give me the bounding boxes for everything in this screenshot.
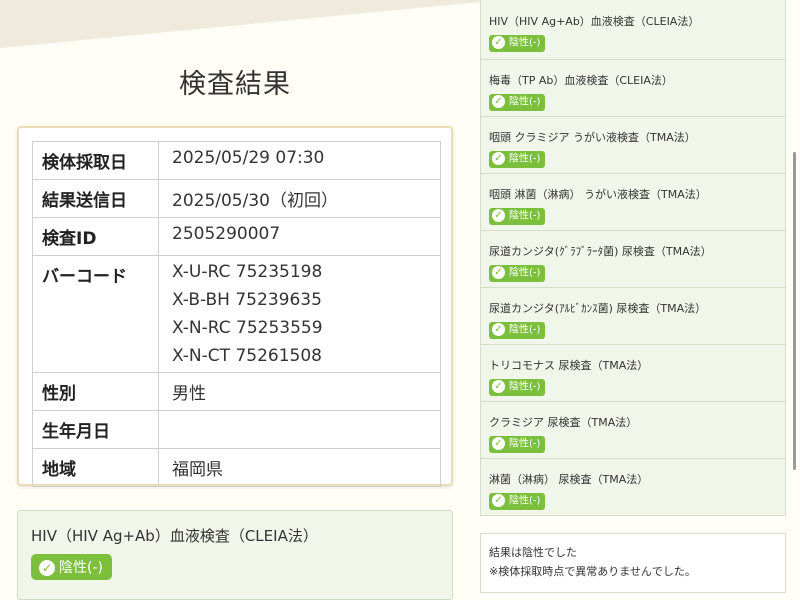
negative-badge: ✓ 陰性(-) — [489, 379, 546, 396]
badge-label: 陰性(-) — [59, 560, 103, 576]
negative-badge: ✓ 陰性(-) — [489, 322, 546, 339]
page-title: 検査結果 — [179, 69, 291, 100]
barcode-line: X-U-RC 75235198 — [172, 262, 323, 282]
badge-label: 陰性(-) — [509, 267, 541, 279]
barcode-line: X-B-BH 75239635 — [172, 290, 322, 310]
check-circle-icon: ✓ — [492, 209, 505, 222]
barcode-line: X-N-CT 75261508 — [172, 346, 322, 366]
negative-badge: ✓ 陰性(-) — [489, 35, 546, 52]
scrollbar[interactable] — [793, 152, 796, 470]
table-row: バーコード X-U-RC 75235198 X-B-BH 75239635 X-… — [32, 255, 441, 373]
table-row: 結果送信日 2025/05/30（初回） — [32, 179, 441, 218]
birthdate-label: 生年月日 — [32, 410, 159, 449]
table-row: 性別 男性 — [32, 372, 441, 411]
list-item: 尿道カンジタ(ｱﾙﾋﾞｶﾝｽ菌) 尿検査（TMA法） ✓ 陰性(-) — [480, 288, 786, 345]
negative-badge: ✓ 陰性(-) — [31, 554, 112, 580]
birthdate-value — [158, 410, 441, 449]
region-label: 地域 — [32, 448, 159, 487]
list-item: HIV（HIV Ag+Ab）血液検査（CLEIA法） ✓ 陰性(-) — [480, 0, 786, 60]
test-name: 咽頭 淋菌（淋病） うがい液検査（TMA法） — [489, 188, 707, 201]
list-item: 咽頭 淋菌（淋病） うがい液検査（TMA法） ✓ 陰性(-) — [480, 174, 786, 231]
negative-badge: ✓ 陰性(-) — [489, 265, 546, 282]
barcode-values: X-U-RC 75235198 X-B-BH 75239635 X-N-RC 7… — [158, 255, 441, 373]
table-row: 検体採取日 2025/05/29 07:30 — [32, 141, 441, 180]
sex-value: 男性 — [158, 372, 441, 411]
result-sent-date-value: 2025/05/30（初回） — [158, 179, 441, 218]
background-swoosh — [0, 0, 480, 48]
test-name: 咽頭 クラミジア うがい液検査（TMA法） — [489, 131, 696, 144]
table-row: 検査ID 2505290007 — [32, 217, 441, 256]
table-row: 地域 福岡県 — [32, 448, 441, 487]
result-sent-date-label: 結果送信日 — [32, 179, 159, 218]
badge-label: 陰性(-) — [509, 324, 541, 336]
patient-info-card: 検体採取日 2025/05/29 07:30 結果送信日 2025/05/30（… — [17, 126, 453, 487]
check-circle-icon: ✓ — [492, 380, 505, 393]
check-circle-icon: ✓ — [492, 266, 505, 279]
barcode-line: X-N-RC 75253559 — [172, 318, 323, 338]
list-item: クラミジア 尿検査（TMA法） ✓ 陰性(-) — [480, 402, 786, 459]
sex-label: 性別 — [32, 372, 159, 411]
badge-label: 陰性(-) — [509, 210, 541, 222]
list-item: 咽頭 クラミジア うがい液検査（TMA法） ✓ 陰性(-) — [480, 117, 786, 174]
test-name: HIV（HIV Ag+Ab）血液検査（CLEIA法） — [31, 527, 318, 545]
test-name: 尿道カンジタ(ｸﾞﾗﾌﾞﾗｰﾀ菌) 尿検査（TMA法） — [489, 245, 712, 258]
test-results-list: HIV（HIV Ag+Ab）血液検査（CLEIA法） ✓ 陰性(-) 梅毒（TP … — [480, 0, 786, 516]
list-item: 尿道カンジタ(ｸﾞﾗﾌﾞﾗｰﾀ菌) 尿検査（TMA法） ✓ 陰性(-) — [480, 231, 786, 288]
negative-badge: ✓ 陰性(-) — [489, 208, 546, 225]
negative-badge: ✓ 陰性(-) — [489, 94, 546, 111]
badge-label: 陰性(-) — [509, 37, 541, 49]
check-circle-icon: ✓ — [492, 152, 505, 165]
check-circle-icon: ✓ — [492, 494, 505, 507]
test-id-label: 検査ID — [32, 217, 159, 256]
barcode-label: バーコード — [32, 255, 159, 373]
badge-label: 陰性(-) — [509, 438, 541, 450]
list-item: 淋菌（淋病） 尿検査（TMA法） ✓ 陰性(-) — [480, 459, 786, 516]
badge-label: 陰性(-) — [509, 153, 541, 165]
region-value: 福岡県 — [158, 448, 441, 487]
result-summary: 結果は陰性でした ※検体採取時点で異常ありませんでした。 — [480, 533, 786, 593]
badge-label: 陰性(-) — [509, 495, 541, 507]
check-circle-icon: ✓ — [492, 36, 505, 49]
test-name: 梅毒（TP Ab）血液検査（CLEIA法） — [489, 74, 673, 87]
test-name: トリコモナス 尿検査（TMA法） — [489, 359, 649, 372]
collection-date-value: 2025/05/29 07:30 — [158, 141, 441, 180]
table-row: 生年月日 — [32, 410, 441, 449]
summary-note: ※検体採取時点で異常ありませんでした。 — [489, 565, 696, 578]
check-circle-icon: ✓ — [492, 437, 505, 450]
check-circle-icon: ✓ — [39, 560, 55, 576]
list-item: トリコモナス 尿検査（TMA法） ✓ 陰性(-) — [480, 345, 786, 402]
badge-label: 陰性(-) — [509, 381, 541, 393]
test-name: クラミジア 尿検査（TMA法） — [489, 416, 638, 429]
test-id-value: 2505290007 — [158, 217, 441, 256]
negative-badge: ✓ 陰性(-) — [489, 151, 546, 168]
test-name: 尿道カンジタ(ｱﾙﾋﾞｶﾝｽ菌) 尿検査（TMA法） — [489, 302, 707, 315]
test-name: HIV（HIV Ag+Ab）血液検査（CLEIA法） — [489, 15, 700, 28]
patient-info-table: 検体採取日 2025/05/29 07:30 結果送信日 2025/05/30（… — [32, 141, 441, 487]
negative-badge: ✓ 陰性(-) — [489, 493, 546, 510]
check-circle-icon: ✓ — [492, 95, 505, 108]
badge-label: 陰性(-) — [509, 96, 541, 108]
list-item: 梅毒（TP Ab）血液検査（CLEIA法） ✓ 陰性(-) — [480, 60, 786, 117]
summary-line: 結果は陰性でした — [489, 546, 577, 559]
check-circle-icon: ✓ — [492, 323, 505, 336]
test-name: 淋菌（淋病） 尿検査（TMA法） — [489, 473, 649, 486]
negative-badge: ✓ 陰性(-) — [489, 436, 546, 453]
collection-date-label: 検体採取日 — [32, 141, 159, 180]
